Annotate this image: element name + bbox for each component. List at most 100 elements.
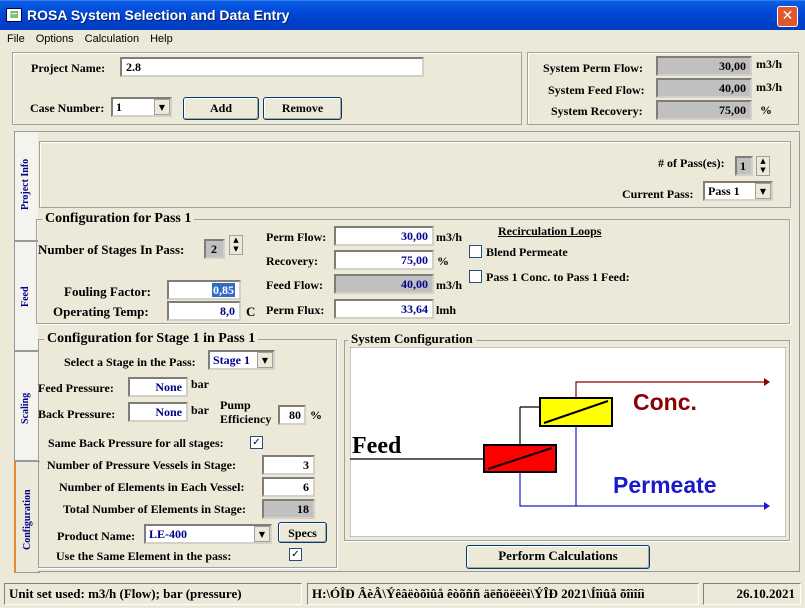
vessels-label: Number of Pressure Vessels in Stage: (47, 458, 236, 472)
blend-permeate-checkbox[interactable] (469, 245, 482, 258)
feed-flow-label: Feed Flow: (266, 278, 323, 292)
same-element-label: Use the Same Element in the pass: (56, 549, 232, 563)
add-button[interactable]: Add (183, 97, 259, 120)
conc-label: Conc. (633, 389, 697, 415)
conc-recirc-label: Pass 1 Conc. to Pass 1 Feed: (486, 270, 630, 284)
total-elements-value: 18 (262, 499, 315, 519)
tab-configuration-label: Configuration (22, 489, 33, 550)
project-name-input[interactable]: 2.8 (120, 57, 424, 77)
spin-up-icon[interactable]: ▲ (230, 236, 242, 245)
system-diagram: Feed Conc. Permeate (350, 347, 786, 537)
case-number-select[interactable]: 1 ▼ (111, 97, 172, 117)
current-pass-select[interactable]: Pass 1 ▼ (703, 181, 773, 201)
tab-scaling[interactable]: Scaling (14, 351, 38, 461)
system-diagram-title: System Configuration (348, 331, 476, 347)
chevron-down-icon[interactable]: ▼ (254, 526, 270, 542)
specs-button[interactable]: Specs (278, 522, 327, 543)
temp-unit: C (246, 304, 256, 319)
spin-down-icon[interactable]: ▼ (230, 245, 242, 254)
system-feed-flow-value: 40,00 (656, 78, 752, 98)
stage-config-title: Configuration for Stage 1 in Pass 1 (44, 331, 259, 347)
menu-help[interactable]: Help (143, 30, 177, 45)
current-pass-label: Current Pass: (622, 187, 694, 201)
spin-up-icon[interactable]: ▲ (757, 157, 769, 166)
stages-label: Number of Stages In Pass: (38, 242, 185, 257)
recirc-title: Recirculation Loops (498, 224, 602, 238)
system-recovery-unit: % (760, 103, 772, 117)
tab-project-info[interactable]: Project Info (14, 131, 38, 241)
back-pressure-input[interactable]: None (128, 402, 188, 422)
perm-flow-input[interactable]: 30,00 (334, 226, 434, 246)
product-name-select[interactable]: LE-400 ▼ (144, 524, 272, 544)
same-back-pressure-checkbox[interactable]: ✓ (250, 436, 263, 449)
fouling-value: 0,85 (212, 283, 235, 297)
perm-flux-label: Perm Flux: (266, 303, 325, 317)
recovery-input[interactable]: 75,00 (334, 250, 434, 270)
project-name-label: Project Name: (31, 61, 106, 75)
chevron-down-icon[interactable]: ▼ (257, 352, 273, 368)
fouling-input[interactable]: 0,85 (167, 280, 241, 300)
chevron-down-icon[interactable]: ▼ (755, 183, 771, 199)
select-stage-value: Stage 1 (213, 353, 250, 367)
status-units: Unit set used: m3/h (Flow); bar (pressur… (4, 583, 302, 605)
system-perm-flow-value: 30,00 (656, 56, 752, 76)
feed-flow-unit: m3/h (436, 278, 463, 292)
tab-feed[interactable]: Feed (14, 241, 38, 351)
total-elements-label: Total Number of Elements in Stage: (63, 502, 246, 516)
feed-pressure-label: Feed Pressure: (38, 381, 114, 395)
chevron-down-icon[interactable]: ▼ (154, 99, 170, 115)
num-passes-spinner[interactable]: ▲ ▼ (756, 156, 770, 176)
product-name-label: Product Name: (57, 529, 136, 543)
tab-feed-label: Feed (20, 286, 31, 307)
tab-configuration[interactable]: Configuration (14, 461, 40, 573)
select-stage-label: Select a Stage in the Pass: (64, 355, 196, 369)
feed-label: Feed (352, 433, 402, 459)
case-number-label: Case Number: (30, 101, 105, 115)
perform-calculations-button[interactable]: Perform Calculations (466, 545, 650, 569)
pump-label: Pump (220, 398, 251, 412)
close-button[interactable]: ✕ (777, 6, 798, 27)
perm-flux-unit: lmh (436, 303, 457, 317)
back-pressure-label: Back Pressure: (38, 407, 116, 421)
tab-scaling-label: Scaling (20, 392, 31, 424)
pump-efficiency-unit: % (310, 408, 322, 422)
menu-file[interactable]: File (0, 30, 29, 45)
stages-spinner[interactable]: ▲ ▼ (229, 235, 243, 255)
feed-pressure-input[interactable]: None (128, 377, 188, 397)
num-passes-label: # of Pass(es): (658, 156, 725, 170)
vessels-input[interactable]: 3 (262, 455, 315, 475)
system-feed-flow-label: System Feed Flow: (548, 83, 645, 97)
back-pressure-unit: bar (191, 403, 209, 417)
fouling-label: Fouling Factor: (64, 284, 152, 299)
conc-recirc-checkbox[interactable] (469, 270, 482, 283)
elements-input[interactable]: 6 (262, 477, 315, 497)
recovery-label: Recovery: (266, 254, 318, 268)
diagram-canvas (350, 347, 786, 537)
menu-bar: File Options Calculation Help (0, 30, 805, 49)
stages-value[interactable]: 2 (204, 239, 225, 259)
remove-button[interactable]: Remove (263, 97, 342, 120)
perm-flux-value: 33,64 (334, 299, 434, 319)
feed-flow-value: 40,00 (334, 274, 434, 294)
blend-permeate-label: Blend Permeate (486, 245, 568, 259)
current-pass-value: Pass 1 (708, 184, 740, 198)
menu-calculation[interactable]: Calculation (78, 30, 143, 45)
same-back-pressure-label: Same Back Pressure for all stages: (48, 436, 224, 450)
temp-label: Operating Temp: (53, 304, 149, 319)
pump-efficiency-input[interactable]: 80 (278, 405, 306, 425)
system-perm-flow-label: System Perm Flow: (543, 61, 643, 75)
recovery-unit: % (437, 254, 449, 268)
select-stage-select[interactable]: Stage 1 ▼ (208, 350, 275, 370)
system-recovery-label: System Recovery: (551, 104, 643, 118)
same-element-checkbox[interactable]: ✓ (289, 548, 302, 561)
tab-project-info-label: Project Info (20, 158, 31, 210)
elements-label: Number of Elements in Each Vessel: (59, 480, 245, 494)
perm-flow-label: Perm Flow: (266, 230, 327, 244)
temp-input[interactable]: 8,0 (167, 301, 241, 321)
menu-options[interactable]: Options (29, 30, 78, 45)
spin-down-icon[interactable]: ▼ (757, 166, 769, 175)
num-passes-value[interactable]: 1 (735, 156, 753, 176)
status-path: H:\ÓÎÐ ÂèÂ\Ýêâëòõìûå êòõññ äëñöëëèì\ÝÎÐ … (307, 583, 699, 605)
pass-config-title: Configuration for Pass 1 (42, 211, 195, 227)
system-perm-flow-unit: m3/h (756, 57, 783, 71)
